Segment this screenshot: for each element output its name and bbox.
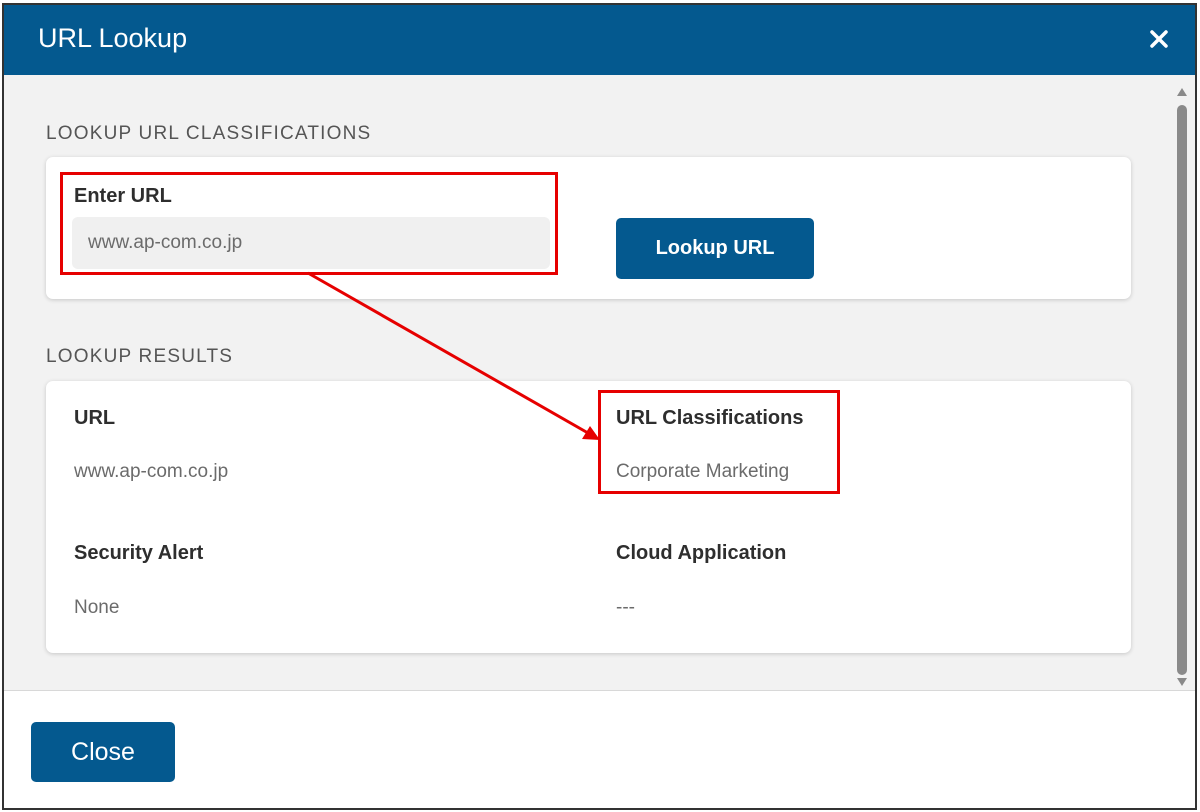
dialog-content: LOOKUP URL CLASSIFICATIONS Enter URL Loo… [4, 75, 1195, 691]
close-button[interactable]: Close [31, 722, 175, 782]
vertical-scrollbar[interactable] [1174, 83, 1190, 689]
scroll-down-arrow-icon[interactable] [1176, 675, 1188, 687]
dialog-footer: Close [4, 691, 1195, 808]
scroll-up-arrow-icon[interactable] [1176, 85, 1188, 97]
security-alert-value: None [74, 597, 120, 618]
security-alert-label: Security Alert [74, 542, 204, 564]
url-input[interactable] [72, 217, 550, 269]
lookup-url-button[interactable]: Lookup URL [616, 218, 814, 279]
close-x-icon[interactable] [1145, 25, 1173, 53]
result-url-label: URL [74, 407, 116, 429]
dialog-title: URL Lookup [38, 23, 188, 53]
result-url-value: www.ap-com.co.jp [74, 461, 229, 482]
cloud-application-label: Cloud Application [616, 542, 787, 564]
url-classifications-value: Corporate Marketing [616, 461, 790, 482]
enter-url-label: Enter URL [74, 185, 172, 207]
lookup-card: Enter URL Lookup URL [46, 157, 1131, 299]
lookup-section-label: LOOKUP URL CLASSIFICATIONS [46, 123, 372, 144]
cloud-application-value: --- [616, 597, 635, 618]
url-classifications-label: URL Classifications [616, 407, 804, 429]
url-lookup-dialog: URL Lookup LOOKUP URL CLASSIFICATIONS En… [2, 3, 1197, 810]
dialog-titlebar: URL Lookup [4, 5, 1195, 75]
results-section-label: LOOKUP RESULTS [46, 346, 234, 367]
scrollbar-thumb[interactable] [1177, 105, 1187, 675]
results-card: URL www.ap-com.co.jp URL Classifications… [46, 381, 1131, 653]
